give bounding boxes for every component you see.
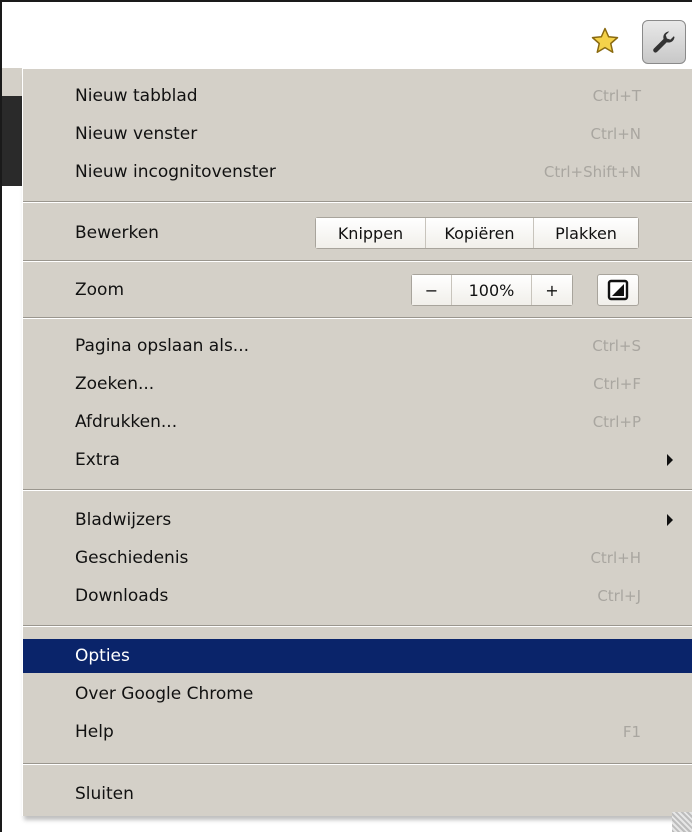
menu-row-zoom: Zoom − 100% +	[23, 272, 692, 308]
fullscreen-icon	[607, 279, 629, 301]
menu-separator	[23, 763, 692, 765]
menu-item-label: Pagina opslaan als...	[75, 336, 250, 356]
menu-item-shortcut: Ctrl+J	[597, 587, 641, 605]
menu-item-label: Nieuw tabblad	[75, 86, 198, 106]
menu-item-label: Opties	[75, 646, 130, 666]
menu-item-exit[interactable]: Sluiten	[23, 777, 692, 811]
page-background-strip	[2, 68, 22, 96]
menu-item-label: Nieuw incognitovenster	[75, 162, 276, 182]
menu-item-find[interactable]: Zoeken... Ctrl+F	[23, 367, 692, 401]
menu-item-label: Extra	[75, 450, 120, 470]
paste-button[interactable]: Plakken	[534, 218, 638, 248]
copy-button[interactable]: Kopiëren	[426, 218, 534, 248]
menu-item-shortcut: Ctrl+F	[593, 375, 641, 393]
menu-separator	[23, 260, 692, 262]
wrench-menu-button[interactable]	[642, 20, 686, 64]
wrench-icon	[653, 31, 675, 53]
menu-item-label: Afdrukken...	[75, 412, 178, 432]
submenu-arrow-icon	[667, 514, 673, 526]
zoom-in-button[interactable]: +	[532, 275, 572, 305]
menu-item-print[interactable]: Afdrukken... Ctrl+P	[23, 405, 692, 439]
menu-item-about-chrome[interactable]: Over Google Chrome	[23, 677, 692, 711]
zoom-button-group: − 100% +	[411, 274, 573, 306]
submenu-arrow-icon	[667, 454, 673, 466]
menu-item-shortcut: Ctrl+N	[590, 125, 641, 143]
menu-item-label: Zoeken...	[75, 374, 155, 394]
menu-item-label: Help	[75, 722, 114, 742]
menu-item-label: Sluiten	[75, 784, 134, 804]
edit-label: Bewerken	[75, 223, 159, 243]
menu-item-history[interactable]: Geschiedenis Ctrl+H	[23, 541, 692, 575]
menu-item-shortcut: Ctrl+T	[592, 87, 641, 105]
cut-button[interactable]: Knippen	[316, 218, 426, 248]
menu-item-label: Geschiedenis	[75, 548, 189, 568]
menu-item-label: Over Google Chrome	[75, 684, 254, 704]
menu-item-downloads[interactable]: Downloads Ctrl+J	[23, 579, 692, 613]
chrome-wrench-menu: Nieuw tabblad Ctrl+T Nieuw venster Ctrl+…	[22, 68, 692, 816]
fullscreen-button[interactable]	[597, 274, 639, 306]
zoom-level: 100%	[452, 275, 532, 305]
menu-separator	[23, 201, 692, 203]
menu-item-tools[interactable]: Extra	[23, 443, 692, 477]
zoom-label: Zoom	[75, 280, 125, 300]
menu-item-shortcut: F1	[622, 723, 641, 741]
menu-item-label: Downloads	[75, 586, 169, 606]
menu-item-shortcut: Ctrl+P	[592, 413, 641, 431]
menu-row-edit: Bewerken Knippen Kopiëren Plakken	[23, 215, 692, 251]
menu-item-new-tab[interactable]: Nieuw tabblad Ctrl+T	[23, 79, 692, 113]
menu-item-shortcut: Ctrl+Shift+N	[543, 163, 641, 181]
menu-separator	[23, 317, 692, 319]
browser-toolbar	[2, 2, 692, 69]
menu-separator	[23, 625, 692, 627]
menu-item-bookmarks[interactable]: Bladwijzers	[23, 503, 692, 537]
menu-item-options[interactable]: Opties	[23, 639, 692, 673]
menu-item-help[interactable]: Help F1	[23, 715, 692, 749]
bookmark-star-icon	[591, 27, 619, 53]
menu-item-new-incognito-window[interactable]: Nieuw incognitovenster Ctrl+Shift+N	[23, 155, 692, 189]
menu-shadow-corner	[672, 812, 692, 832]
menu-item-shortcut: Ctrl+S	[592, 337, 641, 355]
page-background-dark-strip	[2, 96, 22, 186]
bookmark-star-button[interactable]	[588, 24, 622, 58]
page-background-white-strip	[2, 186, 22, 832]
menu-item-shortcut: Ctrl+H	[590, 549, 641, 567]
menu-item-save-page[interactable]: Pagina opslaan als... Ctrl+S	[23, 329, 692, 363]
zoom-out-button[interactable]: −	[412, 275, 452, 305]
edit-button-group: Knippen Kopiëren Plakken	[315, 217, 639, 249]
menu-item-new-window[interactable]: Nieuw venster Ctrl+N	[23, 117, 692, 151]
menu-separator	[23, 489, 692, 491]
menu-item-label: Bladwijzers	[75, 510, 172, 530]
menu-item-label: Nieuw venster	[75, 124, 198, 144]
